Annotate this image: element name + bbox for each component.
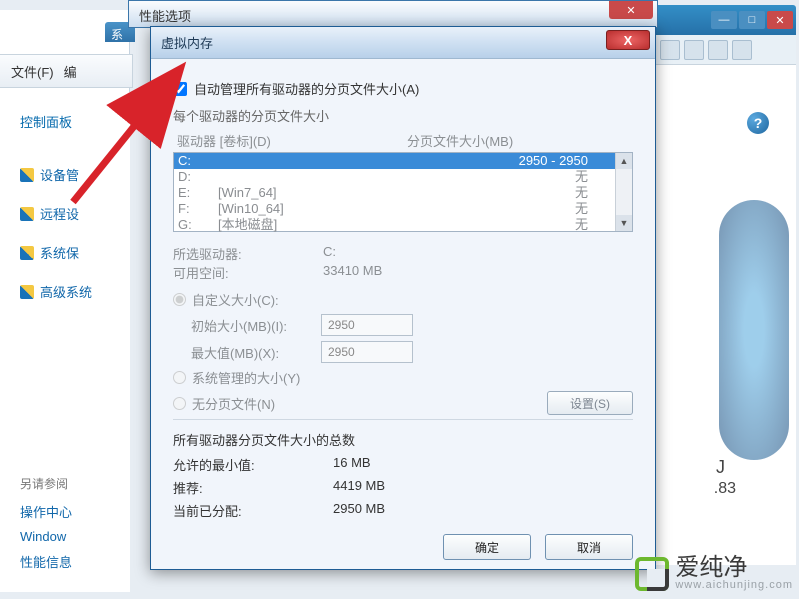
control-panel-window: 文件(F) 编 控制面板 设备管 远程设 系统保 高级系统 另请参阅 操作中心 …	[0, 10, 130, 580]
sidebar-item-device-manager[interactable]: 设备管	[0, 155, 130, 194]
menu-bar: 文件(F) 编	[0, 54, 133, 88]
system-managed-radio-row[interactable]: 系统管理的大小(Y)	[173, 368, 633, 387]
sidebar-label: 高级系统	[40, 282, 92, 301]
bg-text: .83	[714, 480, 736, 498]
free-space-label: 可用空间:	[173, 263, 323, 282]
recommended-label: 推荐:	[173, 478, 333, 497]
close-button[interactable]: ✕	[609, 1, 653, 19]
sidebar-action-center[interactable]: 操作中心	[0, 498, 130, 525]
initial-size-label: 初始大小(MB)(I):	[191, 316, 321, 335]
initial-size-input[interactable]	[321, 314, 413, 336]
shield-icon	[20, 168, 34, 182]
min-allowed-value: 16 MB	[333, 455, 371, 474]
custom-size-radio-row[interactable]: 自定义大小(C):	[173, 290, 633, 309]
max-size-label: 最大值(MB)(X):	[191, 343, 321, 362]
auto-manage-checkbox-row[interactable]: 自动管理所有驱动器的分页文件大小(A)	[173, 79, 633, 98]
ok-button[interactable]: 确定	[443, 534, 531, 560]
see-also-heading: 另请参阅	[0, 461, 130, 498]
drive-row[interactable]: G: [本地磁盘] 无	[174, 217, 632, 233]
max-size-input[interactable]	[321, 341, 413, 363]
watermark-url: www.aichunjing.com	[675, 580, 793, 591]
watermark: 爱纯净 www.aichunjing.com	[635, 556, 793, 591]
toolbar-icon[interactable]	[732, 40, 752, 60]
close-button[interactable]: ✕	[767, 11, 793, 29]
selected-drive-info: 所选驱动器: C: 可用空间: 33410 MB	[173, 244, 633, 282]
sidebar-item-advanced-system[interactable]: 高级系统	[0, 272, 130, 311]
minimize-button[interactable]: —	[711, 11, 737, 29]
totals-heading: 所有驱动器分页文件大小的总数	[173, 430, 633, 449]
toolbar-icon[interactable]	[660, 40, 680, 60]
globe-graphic	[719, 200, 789, 460]
shield-icon	[20, 207, 34, 221]
dialog-title: 虚拟内存	[161, 33, 213, 52]
header-drive: 驱动器 [卷标](D)	[177, 131, 407, 150]
per-drive-heading: 每个驱动器的分页文件大小	[173, 106, 633, 125]
sidebar-performance-info[interactable]: 性能信息	[0, 548, 130, 575]
drive-list-header: 驱动器 [卷标](D) 分页文件大小(MB)	[173, 129, 633, 152]
dialog-button-row: 确定 取消	[173, 534, 633, 560]
drive-row[interactable]: E: [Win7_64] 无	[174, 185, 632, 201]
dialog-titlebar[interactable]: 虚拟内存 X	[151, 27, 655, 59]
dialog-title: 性能选项	[139, 9, 191, 24]
auto-manage-label: 自动管理所有驱动器的分页文件大小(A)	[194, 79, 419, 98]
toolbar-icon[interactable]	[684, 40, 704, 60]
sidebar-control-panel-home[interactable]: 控制面板	[0, 102, 130, 141]
sidebar-label: 远程设	[40, 204, 79, 223]
system-managed-label: 系统管理的大小(Y)	[192, 368, 300, 387]
performance-options-dialog: 性能选项 ✕	[128, 0, 658, 28]
watermark-icon	[635, 557, 669, 591]
no-paging-label: 无分页文件(N)	[192, 394, 275, 413]
sidebar-label: 系统保	[40, 243, 79, 262]
help-icon[interactable]: ?	[747, 112, 769, 134]
watermark-text: 爱纯净	[675, 556, 793, 580]
sidebar-label: 控制面板	[20, 112, 72, 131]
drive-row[interactable]: D: 无	[174, 169, 632, 185]
no-paging-row: 无分页文件(N) 设置(S)	[173, 391, 633, 415]
custom-size-label: 自定义大小(C):	[192, 290, 279, 309]
scrollbar[interactable]: ▲ ▼	[615, 153, 632, 231]
divider	[173, 419, 633, 420]
set-button[interactable]: 设置(S)	[547, 391, 633, 415]
menu-edit[interactable]: 编	[64, 62, 77, 81]
drive-row[interactable]: F: [Win10_64] 无	[174, 201, 632, 217]
scroll-up-icon[interactable]: ▲	[616, 153, 632, 169]
drive-list[interactable]: C: 2950 - 2950 D: 无 E: [Win7_64] 无 F: [W…	[173, 152, 633, 232]
custom-size-radio[interactable]	[173, 293, 186, 306]
menu-file[interactable]: 文件(F)	[11, 62, 54, 81]
selected-drive-label: 所选驱动器:	[173, 244, 323, 263]
toolbar-icon[interactable]	[708, 40, 728, 60]
current-allocated-value: 2950 MB	[333, 501, 385, 520]
sidebar: 控制面板 设备管 远程设 系统保 高级系统 另请参阅 操作中心 Window 性…	[0, 92, 130, 592]
initial-size-row: 初始大小(MB)(I):	[191, 314, 633, 336]
maximize-button[interactable]: □	[739, 11, 765, 29]
sidebar-label: 设备管	[40, 165, 79, 184]
shield-icon	[20, 285, 34, 299]
sidebar-windows-update[interactable]: Window	[0, 525, 130, 548]
close-button[interactable]: X	[606, 30, 650, 50]
free-space-value: 33410 MB	[323, 263, 382, 282]
sidebar-item-remote-settings[interactable]: 远程设	[0, 194, 130, 233]
cancel-button[interactable]: 取消	[545, 534, 633, 560]
virtual-memory-dialog: 虚拟内存 X 自动管理所有驱动器的分页文件大小(A) 每个驱动器的分页文件大小 …	[150, 26, 656, 570]
background-window-controls: — □ ✕	[654, 5, 796, 35]
min-allowed-label: 允许的最小值:	[173, 455, 333, 474]
auto-manage-checkbox[interactable]	[173, 82, 187, 96]
shield-icon	[20, 246, 34, 260]
selected-drive-value: C:	[323, 244, 336, 263]
sidebar-item-system-protection[interactable]: 系统保	[0, 233, 130, 272]
system-managed-radio[interactable]	[173, 371, 186, 384]
header-size: 分页文件大小(MB)	[407, 131, 513, 150]
max-size-row: 最大值(MB)(X):	[191, 341, 633, 363]
background-toolbar	[654, 35, 796, 65]
no-paging-radio[interactable]	[173, 397, 186, 410]
totals-block: 允许的最小值: 16 MB 推荐: 4419 MB 当前已分配: 2950 MB	[173, 455, 633, 520]
bg-text: J	[716, 457, 725, 478]
recommended-value: 4419 MB	[333, 478, 385, 497]
scroll-down-icon[interactable]: ▼	[616, 215, 632, 231]
current-allocated-label: 当前已分配:	[173, 501, 333, 520]
drive-row[interactable]: C: 2950 - 2950	[174, 153, 632, 169]
